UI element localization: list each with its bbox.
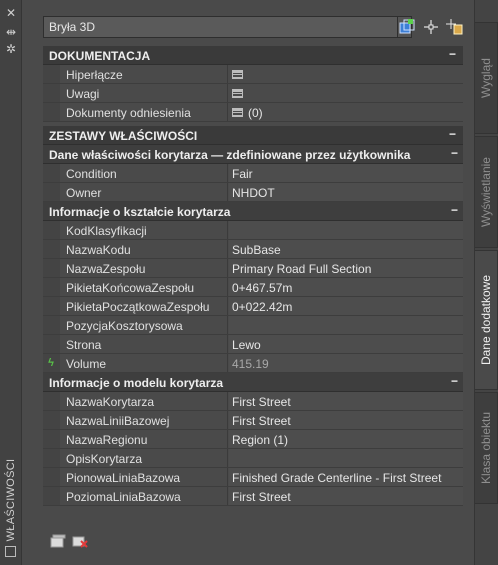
property-value[interactable]: Finished Grade Centerline - First Street (232, 471, 441, 485)
property-row-nazwaregionu[interactable]: NazwaRegionu Region (1) (43, 430, 463, 449)
tab-wyglad[interactable]: Wygląd (475, 22, 498, 134)
property-value: (0) (248, 106, 263, 120)
property-label: KodKlasyfikacji (66, 224, 147, 238)
property-row-kodklasyfikacji[interactable]: KodKlasyfikacji (43, 221, 463, 240)
property-row-pozycja-kosztorysowa[interactable]: PozycjaKosztorysowa (43, 316, 463, 335)
palette-title-bar[interactable]: ✕ ⇹ ✲ WŁAŚCIWOŚCI (0, 0, 22, 565)
property-label: PikietaPoczątkowaZespołu (66, 300, 210, 314)
collapse-icon[interactable]: − (449, 47, 458, 61)
autohide-icon[interactable]: ⇹ (4, 25, 18, 39)
subcategory-ksztalt-korytarza[interactable]: Informacje o kształcie korytarza − (43, 202, 463, 221)
property-value[interactable]: Region (1) (232, 433, 288, 447)
category-title: DOKUMENTACJA (49, 49, 151, 63)
property-label: NazwaRegionu (66, 433, 148, 447)
property-label: NazwaZespołu (66, 262, 146, 276)
property-value[interactable]: Primary Road Full Section (232, 262, 371, 276)
subcategory-title: Informacje o modelu korytarza (49, 376, 224, 390)
property-label: NazwaKorytarza (66, 395, 155, 409)
property-value: 415.19 (232, 357, 269, 371)
collapse-icon[interactable]: − (451, 374, 458, 388)
property-label: Volume (66, 357, 107, 371)
category-dokumentacja[interactable]: DOKUMENTACJA − (43, 46, 463, 65)
property-value[interactable]: Fair (232, 167, 253, 181)
properties-panel: Bryła 3D ▼ DOKUMENTACJA − Hiperłącze Uwa… (22, 0, 474, 565)
table-icon[interactable] (232, 70, 243, 80)
property-row-nazwakodu[interactable]: NazwaKodu SubBase (43, 240, 463, 259)
selection-bar: Bryła 3D ▼ (43, 16, 413, 38)
palette-menu-icon[interactable] (5, 546, 16, 557)
property-value[interactable]: NHDOT (232, 186, 275, 200)
property-row-condition[interactable]: Condition Fair (43, 164, 463, 183)
table-icon[interactable] (232, 89, 243, 99)
property-row-opiskorytarza[interactable]: OpisKorytarza (43, 449, 463, 468)
property-value[interactable]: First Street (232, 414, 291, 428)
property-value[interactable]: Lewo (232, 338, 261, 352)
tab-wyswietlanie[interactable]: Wyświetlanie (475, 136, 498, 248)
select-objects-icon[interactable] (422, 18, 440, 36)
subcategory-title: Dane właściwości korytarza — zdefiniowan… (49, 148, 411, 162)
category-title: ZESTAWY WŁAŚCIWOŚCI (49, 129, 198, 143)
tab-label: Dane dodatkowe (479, 274, 493, 366)
property-row-uwagi[interactable]: Uwagi (43, 84, 463, 103)
property-row-owner[interactable]: Owner NHDOT (43, 183, 463, 202)
property-row-pionowa-linia-bazowa[interactable]: PionowaLiniaBazowa Finished Grade Center… (43, 468, 463, 487)
property-row-pozioma-linia-bazowa[interactable]: PoziomaLiniaBazowa First Street (43, 487, 463, 506)
property-label: PoziomaLiniaBazowa (66, 490, 181, 504)
property-label: NazwaLiniiBazowej (66, 414, 170, 428)
collapse-icon[interactable]: − (449, 127, 458, 141)
collapse-icon[interactable]: − (451, 146, 458, 160)
tab-label: Klasa obiektu (479, 411, 493, 485)
property-label: Condition (66, 167, 117, 181)
property-row-dokumenty-odniesienia[interactable]: Dokumenty odniesienia (0) (43, 103, 463, 122)
collapse-icon[interactable]: − (451, 203, 458, 217)
property-label: PozycjaKosztorysowa (66, 319, 183, 333)
close-icon[interactable]: ✕ (4, 6, 18, 20)
property-label: NazwaKodu (66, 243, 131, 257)
property-row-pikieta-koncowa[interactable]: PikietaKońcowaZespołu 0+467.57m (43, 278, 463, 297)
selection-dropdown[interactable]: Bryła 3D ▼ (43, 16, 412, 38)
tab-klasa-obiektu[interactable]: Klasa obiektu (475, 392, 498, 504)
property-value[interactable]: SubBase (232, 243, 281, 257)
property-label: Owner (66, 186, 102, 200)
property-value[interactable]: First Street (232, 490, 291, 504)
property-row-strona[interactable]: Strona Lewo (43, 335, 463, 354)
property-label: Uwagi (66, 87, 100, 101)
tab-strip: Wygląd Wyświetlanie Dane dodatkowe Klasa… (474, 0, 498, 565)
property-label: Hiperłącze (66, 68, 123, 82)
quick-select-icon[interactable] (398, 18, 416, 36)
property-value[interactable]: 0+467.57m (232, 281, 292, 295)
add-property-set-icon[interactable] (50, 534, 66, 548)
selection-value: Bryła 3D (49, 20, 96, 34)
pickadd-icon[interactable] (446, 18, 464, 36)
property-label: Strona (66, 338, 102, 352)
property-label: PikietaKońcowaZespołu (66, 281, 195, 295)
subcategory-dane-korytarza[interactable]: Dane właściwości korytarza — zdefiniowan… (43, 145, 463, 164)
property-row-hiperlacze[interactable]: Hiperłącze (43, 65, 463, 84)
category-zestawy-wlasciwosci[interactable]: ZESTAWY WŁAŚCIWOŚCI − (43, 126, 463, 145)
tab-dane-dodatkowe[interactable]: Dane dodatkowe (475, 250, 498, 390)
property-label: OpisKorytarza (66, 452, 143, 466)
formula-icon: ϟ (48, 357, 54, 369)
property-row-nazwazespolu[interactable]: NazwaZespołu Primary Road Full Section (43, 259, 463, 278)
property-row-nazwaliniibazowej[interactable]: NazwaLiniiBazowej First Street (43, 411, 463, 430)
property-label: PionowaLiniaBazowa (66, 471, 181, 485)
property-row-pikieta-poczatkowa[interactable]: PikietaPoczątkowaZespołu 0+022.42m (43, 297, 463, 316)
property-grid: DOKUMENTACJA − Hiperłącze Uwagi Dokument… (43, 46, 463, 506)
tab-label: Wyświetlanie (479, 157, 493, 227)
subcategory-title: Informacje o kształcie korytarza (49, 205, 231, 219)
property-value[interactable]: First Street (232, 395, 291, 409)
property-value[interactable]: 0+022.42m (232, 300, 292, 314)
subcategory-model-korytarza[interactable]: Informacje o modelu korytarza − (43, 373, 463, 392)
remove-property-set-icon[interactable] (72, 534, 88, 548)
table-icon[interactable] (232, 108, 243, 118)
settings-icon[interactable]: ✲ (4, 42, 18, 56)
property-row-volume[interactable]: ϟ Volume 415.19 (43, 354, 463, 373)
tab-label: Wygląd (479, 58, 493, 98)
property-row-nazwakorytarza[interactable]: NazwaKorytarza First Street (43, 392, 463, 411)
palette-title: WŁAŚCIWOŚCI (5, 458, 17, 542)
property-label: Dokumenty odniesienia (66, 106, 191, 120)
